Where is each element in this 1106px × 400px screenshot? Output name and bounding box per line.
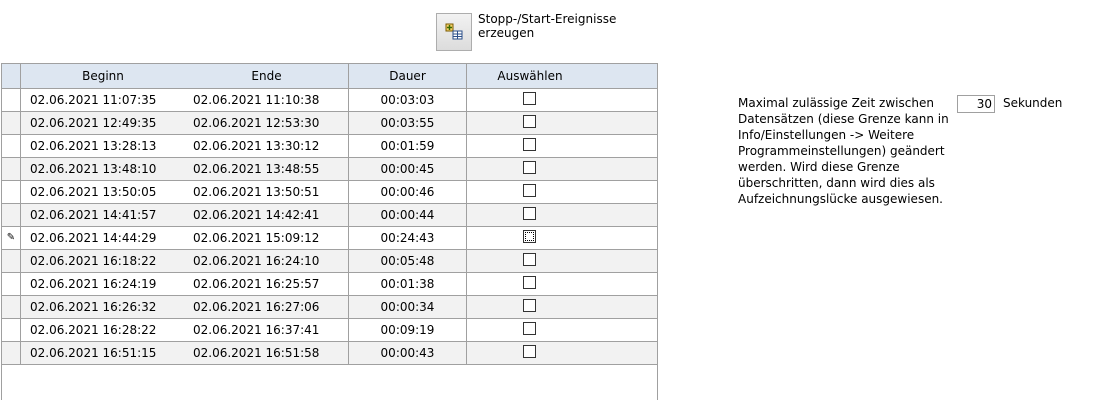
row-selector[interactable] bbox=[2, 135, 21, 157]
cell-ende[interactable]: 02.06.2021 13:30:12 bbox=[185, 135, 349, 157]
row-selector[interactable] bbox=[2, 273, 21, 295]
cell-beginn[interactable]: 02.06.2021 12:49:35 bbox=[21, 112, 185, 134]
cell-ende[interactable]: 02.06.2021 16:27:06 bbox=[185, 296, 349, 318]
cell-dauer[interactable]: 00:00:34 bbox=[349, 296, 467, 318]
table-row[interactable]: 02.06.2021 13:28:13 02.06.2021 13:30:12 00… bbox=[2, 135, 657, 158]
max-gap-seconds-input[interactable] bbox=[957, 95, 995, 113]
cell-dauer[interactable]: 00:01:59 bbox=[349, 135, 467, 157]
column-header-dauer[interactable]: Dauer bbox=[349, 64, 467, 88]
cell-beginn[interactable]: 02.06.2021 16:18:22 bbox=[21, 250, 185, 272]
grid-add-icon bbox=[445, 23, 463, 40]
select-checkbox[interactable] bbox=[523, 207, 536, 220]
select-checkbox[interactable] bbox=[523, 345, 536, 358]
cell-dauer[interactable]: 00:05:48 bbox=[349, 250, 467, 272]
select-checkbox[interactable] bbox=[523, 161, 536, 174]
cell-dauer[interactable]: 00:09:19 bbox=[349, 319, 467, 341]
cell-ende[interactable]: 02.06.2021 11:10:38 bbox=[185, 89, 349, 111]
cell-auswaehlen bbox=[467, 135, 593, 157]
cell-ende[interactable]: 02.06.2021 16:51:58 bbox=[185, 342, 349, 364]
generate-events-label: Stopp-/Start-Ereignisse erzeugen bbox=[478, 12, 617, 40]
cell-auswaehlen bbox=[467, 227, 593, 249]
cell-dauer[interactable]: 00:00:43 bbox=[349, 342, 467, 364]
table-row[interactable]: ✎ 02.06.2021 14:44:29 02.06.2021 15:09:12 0… bbox=[2, 227, 657, 250]
select-checkbox[interactable] bbox=[523, 184, 536, 197]
cell-auswaehlen bbox=[467, 342, 593, 364]
table-row[interactable]: 02.06.2021 12:49:35 02.06.2021 12:53:30 00… bbox=[2, 112, 657, 135]
cell-beginn[interactable]: 02.06.2021 14:44:29 bbox=[21, 227, 185, 249]
column-header-auswaehlen[interactable]: Auswählen bbox=[467, 64, 593, 88]
column-header-beginn[interactable]: Beginn bbox=[21, 64, 185, 88]
row-selector[interactable] bbox=[2, 342, 21, 364]
cell-ende[interactable]: 02.06.2021 15:09:12 bbox=[185, 227, 349, 249]
cell-dauer[interactable]: 00:00:44 bbox=[349, 204, 467, 226]
select-checkbox[interactable] bbox=[523, 299, 536, 312]
select-checkbox[interactable] bbox=[523, 115, 536, 128]
cell-ende[interactable]: 02.06.2021 16:37:41 bbox=[185, 319, 349, 341]
cell-auswaehlen bbox=[467, 112, 593, 134]
cell-beginn[interactable]: 02.06.2021 13:28:13 bbox=[21, 135, 185, 157]
select-checkbox[interactable] bbox=[523, 230, 536, 243]
cell-dauer[interactable]: 00:24:43 bbox=[349, 227, 467, 249]
table-row[interactable]: 02.06.2021 14:41:57 02.06.2021 14:42:41 00… bbox=[2, 204, 657, 227]
cell-dauer[interactable]: 00:03:55 bbox=[349, 112, 467, 134]
select-checkbox[interactable] bbox=[523, 253, 536, 266]
cell-beginn[interactable]: 02.06.2021 16:26:32 bbox=[21, 296, 185, 318]
cell-dauer[interactable]: 00:00:45 bbox=[349, 158, 467, 180]
cell-ende[interactable]: 02.06.2021 16:25:57 bbox=[185, 273, 349, 295]
row-selector[interactable] bbox=[2, 319, 21, 341]
select-checkbox[interactable] bbox=[523, 322, 536, 335]
cell-ende[interactable]: 02.06.2021 13:50:51 bbox=[185, 181, 349, 203]
cell-ende[interactable]: 02.06.2021 14:42:41 bbox=[185, 204, 349, 226]
cell-beginn[interactable]: 02.06.2021 16:28:22 bbox=[21, 319, 185, 341]
cell-ende[interactable]: 02.06.2021 16:24:10 bbox=[185, 250, 349, 272]
cell-auswaehlen bbox=[467, 89, 593, 111]
table-row[interactable]: 02.06.2021 16:18:22 02.06.2021 16:24:10 00… bbox=[2, 250, 657, 273]
row-selector[interactable] bbox=[2, 158, 21, 180]
cell-beginn[interactable]: 02.06.2021 11:07:35 bbox=[21, 89, 185, 111]
table-row[interactable]: 02.06.2021 16:28:22 02.06.2021 16:37:41 00… bbox=[2, 319, 657, 342]
row-selector[interactable]: ✎ bbox=[2, 227, 21, 249]
cell-auswaehlen bbox=[467, 250, 593, 272]
row-selector[interactable] bbox=[2, 250, 21, 272]
table-row[interactable]: 02.06.2021 16:24:19 02.06.2021 16:25:57 00… bbox=[2, 273, 657, 296]
column-header-ende[interactable]: Ende bbox=[185, 64, 349, 88]
row-selector[interactable] bbox=[2, 204, 21, 226]
gap-limit-info: Maximal zulässige Zeit zwischen Datensät… bbox=[738, 96, 949, 206]
table-header: Beginn Ende Dauer Auswählen bbox=[2, 64, 657, 89]
select-checkbox[interactable] bbox=[523, 92, 536, 105]
cell-auswaehlen bbox=[467, 296, 593, 318]
cell-auswaehlen bbox=[467, 158, 593, 180]
cell-beginn[interactable]: 02.06.2021 13:50:05 bbox=[21, 181, 185, 203]
cell-ende[interactable]: 02.06.2021 12:53:30 bbox=[185, 112, 349, 134]
row-selector[interactable] bbox=[2, 112, 21, 134]
pencil-icon: ✎ bbox=[6, 232, 16, 243]
row-selector[interactable] bbox=[2, 89, 21, 111]
seconds-label: Sekunden bbox=[1003, 96, 1063, 110]
cell-auswaehlen bbox=[467, 181, 593, 203]
cell-beginn[interactable]: 02.06.2021 16:51:15 bbox=[21, 342, 185, 364]
select-checkbox[interactable] bbox=[523, 138, 536, 151]
table-row[interactable]: 02.06.2021 11:07:35 02.06.2021 11:10:38 00… bbox=[2, 89, 657, 112]
cell-beginn[interactable]: 02.06.2021 13:48:10 bbox=[21, 158, 185, 180]
generate-events-button[interactable] bbox=[436, 13, 472, 51]
row-selector-header bbox=[2, 64, 21, 88]
cell-auswaehlen bbox=[467, 204, 593, 226]
cell-beginn[interactable]: 02.06.2021 16:24:19 bbox=[21, 273, 185, 295]
row-selector[interactable] bbox=[2, 181, 21, 203]
cell-dauer[interactable]: 00:00:46 bbox=[349, 181, 467, 203]
table-row[interactable]: 02.06.2021 13:48:10 02.06.2021 13:48:55 00… bbox=[2, 158, 657, 181]
cell-dauer[interactable]: 00:01:38 bbox=[349, 273, 467, 295]
table-row[interactable]: 02.06.2021 16:51:15 02.06.2021 16:51:58 00… bbox=[2, 342, 657, 365]
cell-auswaehlen bbox=[467, 319, 593, 341]
table-row[interactable]: 02.06.2021 16:26:32 02.06.2021 16:27:06 00… bbox=[2, 296, 657, 319]
cell-dauer[interactable]: 00:03:03 bbox=[349, 89, 467, 111]
table-row[interactable]: 02.06.2021 13:50:05 02.06.2021 13:50:51 00… bbox=[2, 181, 657, 204]
cell-ende[interactable]: 02.06.2021 13:48:55 bbox=[185, 158, 349, 180]
cell-auswaehlen bbox=[467, 273, 593, 295]
select-checkbox[interactable] bbox=[523, 276, 536, 289]
events-table[interactable]: Beginn Ende Dauer Auswählen 02.06.2021 1… bbox=[1, 63, 658, 400]
cell-beginn[interactable]: 02.06.2021 14:41:57 bbox=[21, 204, 185, 226]
row-selector[interactable] bbox=[2, 296, 21, 318]
